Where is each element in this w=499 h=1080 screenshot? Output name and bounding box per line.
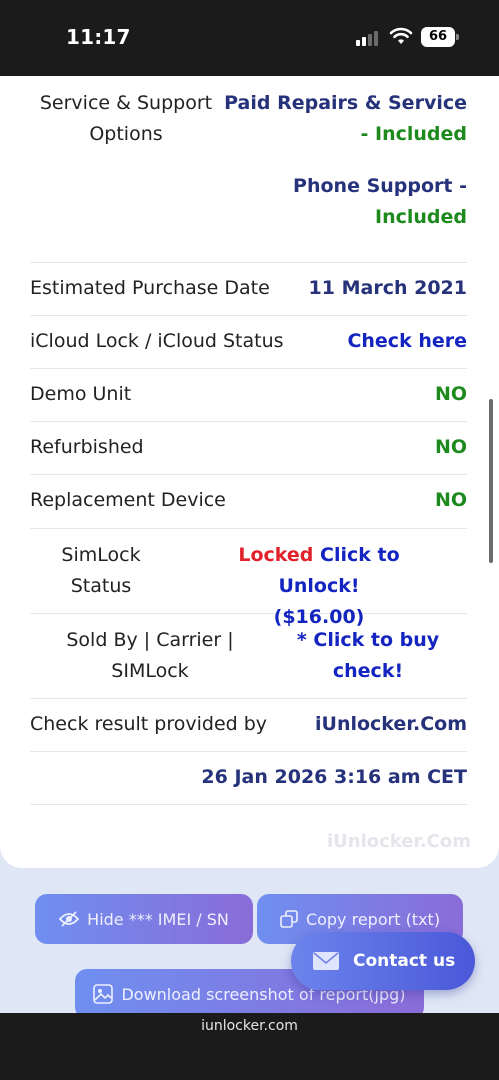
row-demo-unit: Demo Unit NO: [30, 369, 467, 422]
row-simlock-status: SimLock Status Locked Click to Unlock! (…: [30, 529, 467, 628]
copy-icon: [280, 910, 298, 928]
image-icon: [93, 984, 114, 1004]
wifi-icon: [389, 27, 413, 44]
buy-check-link[interactable]: * Click to buy check!: [282, 625, 454, 687]
row-service-support: Service & Support Options Paid Repairs &…: [30, 76, 467, 263]
service-support-label-line1: Service & Support: [39, 92, 213, 114]
hide-imei-button[interactable]: Hide *** IMEI / SN: [35, 894, 253, 944]
row-purchase-date: Estimated Purchase Date 11 March 2021: [30, 263, 467, 316]
buy-check-line1: * Click to buy: [296, 629, 440, 651]
phone-support-line1: Phone Support -: [293, 175, 467, 197]
phone-support-line2: Included: [375, 206, 467, 228]
purchase-date-value: 11 March 2021: [308, 277, 467, 299]
simlock-label-line1: SimLock: [61, 544, 141, 566]
watermark: iUnlocker.Com: [327, 831, 471, 852]
icloud-check-link[interactable]: Check here: [347, 330, 467, 352]
status-bar: 11:17 66: [0, 0, 499, 76]
row-report-date: 26 Jan 2026 3:16 am CET: [30, 752, 467, 805]
replacement-label: Replacement Device: [30, 489, 226, 511]
cellular-signal-icon: [356, 30, 382, 46]
simlock-label: SimLock Status: [30, 540, 172, 602]
simlock-value-line1: Locked Click to Unlock!: [198, 540, 440, 602]
eye-slash-icon: [59, 911, 80, 927]
replacement-value: NO: [434, 489, 467, 511]
demo-unit-label: Demo Unit: [30, 383, 132, 405]
report-date-value: 26 Jan 2026 3:16 am CET: [201, 766, 467, 788]
demo-unit-value: NO: [434, 383, 467, 405]
scrollbar[interactable]: [489, 399, 493, 563]
icloud-label: iCloud Lock / iCloud Status: [30, 330, 284, 352]
refurbished-value: NO: [434, 436, 467, 458]
row-provider: Check result provided by iUnlocker.Com: [30, 699, 467, 752]
sold-by-label: Sold By | Carrier | SIMLock: [30, 625, 270, 687]
simlock-label-line2: Status: [70, 575, 132, 597]
refurbished-label: Refurbished: [30, 436, 144, 458]
provider-value: iUnlocker.Com: [315, 713, 467, 735]
row-refurbished: Refurbished NO: [30, 422, 467, 475]
envelope-icon: [313, 952, 339, 970]
row-replacement-device: Replacement Device NO: [30, 475, 467, 529]
paid-repairs-line1: Paid Repairs & Service: [224, 92, 467, 114]
phone-support-value: Phone Support - Included: [293, 171, 467, 233]
row-icloud-status: iCloud Lock / iCloud Status Check here: [30, 316, 467, 369]
copy-report-label: Copy report (txt): [305, 909, 441, 929]
contact-us-button[interactable]: Contact us: [291, 932, 475, 990]
sold-by-label-line1: Sold By | Carrier |: [66, 629, 234, 651]
buy-check-line2: check!: [332, 660, 404, 682]
contact-us-label: Contact us: [353, 951, 456, 971]
service-support-label-line2: Options: [89, 123, 163, 145]
clock: 11:17: [66, 25, 131, 49]
provider-label: Check result provided by: [30, 713, 268, 735]
report-card: Service & Support Options Paid Repairs &…: [0, 76, 499, 868]
paid-repairs-line2: - Included: [360, 123, 468, 145]
sold-by-label-line2: SIMLock: [111, 660, 189, 682]
web-page: Service & Support Options Paid Repairs &…: [0, 76, 499, 1013]
url-text: iunlocker.com: [201, 1018, 298, 1034]
paid-repairs-value: Paid Repairs & Service - Included: [224, 88, 467, 150]
browser-address-bar[interactable]: iunlocker.com: [0, 1013, 499, 1080]
service-support-label: Service & Support Options: [30, 88, 222, 150]
hide-imei-label: Hide *** IMEI / SN: [87, 909, 229, 929]
battery-indicator: 66: [421, 27, 459, 47]
purchase-date-label: Estimated Purchase Date: [30, 277, 270, 299]
locked-status: Locked: [238, 544, 314, 566]
row-sold-by: Sold By | Carrier | SIMLock * Click to b…: [30, 614, 467, 699]
